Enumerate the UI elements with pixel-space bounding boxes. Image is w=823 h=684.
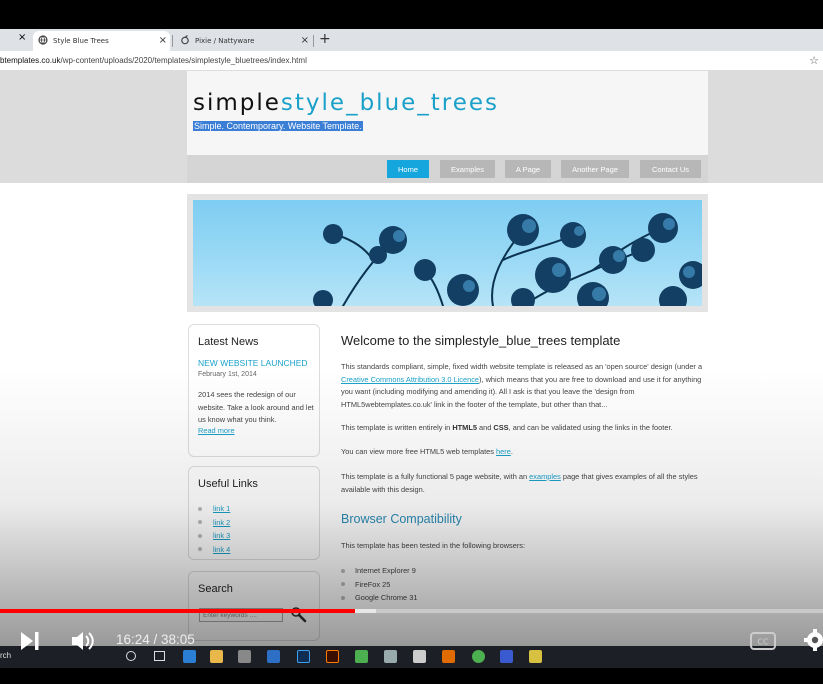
bullet-icon <box>198 547 202 552</box>
text: . <box>510 447 513 456</box>
url-host: btemplates.co.uk <box>0 56 61 65</box>
menu-item-examples[interactable]: Examples <box>440 160 495 178</box>
video-progress-bar[interactable] <box>0 609 823 613</box>
bullet-icon <box>341 595 345 600</box>
new-tab-button[interactable]: + <box>319 32 331 46</box>
news-item-title[interactable]: NEW WEBSITE LAUNCHED <box>198 358 308 368</box>
settings-icon[interactable] <box>804 629 823 655</box>
tab-divider <box>313 35 314 47</box>
browser-name: Internet Explorer 9 <box>355 566 416 576</box>
globe-icon <box>38 35 48 47</box>
bullet-icon <box>341 568 345 573</box>
list-item: FireFox 25 <box>341 578 417 592</box>
site-menu: Home Examples A Page Another Page Contac… <box>187 155 708 183</box>
video-letterbox-bottom <box>0 668 823 684</box>
text: HTML5 <box>452 423 477 432</box>
logo-accent: style_blue_trees <box>280 90 500 116</box>
prev-tab-close-icon[interactable]: × <box>18 32 26 43</box>
text: You can view more free HTML5 web templat… <box>341 447 497 456</box>
browser-tab-strip: × Style Blue Trees × Pixie / Nattyware × <box>0 29 823 51</box>
here-link[interactable]: here <box>496 447 511 456</box>
text: and <box>476 423 494 432</box>
useful-links-list: link 1 link 2 link 3 link 4 <box>198 502 230 556</box>
more-templates-paragraph: You can view more free HTML5 web templat… <box>341 446 709 459</box>
bookmark-star-icon[interactable]: ☆ <box>809 54 819 67</box>
captions-icon[interactable]: CC <box>750 632 776 654</box>
bullet-icon <box>198 520 202 525</box>
search-title: Search <box>198 583 233 595</box>
text: This standards compliant, simple, fixed … <box>341 362 703 371</box>
news-item-body: 2014 sees the redesign of our website. T… <box>198 390 314 424</box>
search-button[interactable] <box>289 605 307 623</box>
link-1[interactable]: link 1 <box>213 504 230 513</box>
link-4[interactable]: link 4 <box>213 545 230 554</box>
bullet-icon <box>198 506 202 511</box>
list-item: Internet Explorer 9 <box>341 564 417 578</box>
site-slogan: Simple. Contemporary. Website Template. <box>193 121 363 131</box>
list-item: Google Chrome 31 <box>341 591 417 605</box>
tab-close-icon[interactable]: × <box>159 34 167 48</box>
intro-paragraph: This standards compliant, simple, fixed … <box>341 361 709 411</box>
pages-paragraph: This template is a fully functional 5 pa… <box>341 471 709 496</box>
tab-title: Pixie / Nattyware <box>195 37 255 45</box>
volume-icon[interactable] <box>70 630 96 656</box>
read-more-link[interactable]: Read more <box>198 426 235 435</box>
url-text[interactable]: btemplates.co.uk/wp-content/uploads/2020… <box>0 56 307 65</box>
menu-item-home[interactable]: Home <box>387 160 429 178</box>
text: , and can be validated using the links i… <box>508 423 673 432</box>
text: This template is written entirely in <box>341 423 453 432</box>
list-item: link 3 <box>198 529 230 543</box>
tab-close-icon[interactable]: × <box>301 34 309 48</box>
menu-item-a-page[interactable]: A Page <box>505 160 551 178</box>
news-item-date: February 1st, 2014 <box>198 371 257 378</box>
tab-title: Style Blue Trees <box>53 37 109 45</box>
list-item: link 2 <box>198 516 230 530</box>
useful-links-title: Useful Links <box>198 478 258 490</box>
bullet-icon <box>198 533 202 538</box>
html5-paragraph: This template is written entirely in HTM… <box>341 422 709 435</box>
time-display: 16:24 / 38:05 <box>116 632 195 647</box>
logo-plain: simple <box>193 90 281 116</box>
link-3[interactable]: link 3 <box>213 531 230 540</box>
latest-news-title: Latest News <box>198 336 259 348</box>
blue-trees-banner-image <box>193 200 702 306</box>
browser-name: FireFox 25 <box>355 579 391 589</box>
welcome-heading: Welcome to the simplestyle_blue_trees te… <box>341 333 621 348</box>
examples-link[interactable]: examples <box>529 472 561 481</box>
menu-item-another-page[interactable]: Another Page <box>561 160 629 178</box>
list-item: link 1 <box>198 502 230 516</box>
bullet-icon <box>341 582 345 587</box>
svg-text:CC: CC <box>757 638 769 647</box>
useful-links-box: Useful Links link 1 link 2 link 3 link 4 <box>188 466 320 560</box>
address-bar[interactable]: btemplates.co.uk/wp-content/uploads/2020… <box>0 51 823 71</box>
link-2[interactable]: link 2 <box>213 518 230 527</box>
latest-news-box: Latest News NEW WEBSITE LAUNCHED Februar… <box>188 324 320 457</box>
text: This template is a fully functional 5 pa… <box>341 472 530 481</box>
tested-paragraph: This template has been tested in the fol… <box>341 541 526 550</box>
magnifier-icon <box>291 607 307 623</box>
url-path: /wp-content/uploads/2020/templates/simpl… <box>60 56 307 65</box>
browser-name: Google Chrome 31 <box>355 593 418 603</box>
browser-compat-heading: Browser Compatibility <box>341 512 462 526</box>
screen: × Style Blue Trees × Pixie / Nattyware ×… <box>0 0 823 684</box>
licence-link[interactable]: Creative Commons Attribution 3.0 Licence <box>341 375 479 384</box>
tab-style-blue-trees[interactable]: Style Blue Trees × <box>33 31 170 51</box>
list-item: link 4 <box>198 543 230 557</box>
progress-played <box>0 609 355 613</box>
browser-list: Internet Explorer 9 FireFox 25 Google Ch… <box>341 564 417 605</box>
menu-item-contact-us[interactable]: Contact Us <box>640 160 701 178</box>
text: CSS <box>493 423 509 432</box>
site-logo[interactable]: simplestyle_blue_trees <box>193 90 499 116</box>
tab-pixie-nattyware[interactable]: Pixie / Nattyware × <box>175 31 312 51</box>
pixie-icon <box>180 35 190 47</box>
video-letterbox-top <box>0 0 823 29</box>
tab-divider <box>172 35 173 47</box>
player-controls: 16:24 / 38:05 CC <box>0 622 823 660</box>
next-icon[interactable] <box>19 631 41 655</box>
webpage: simplestyle_blue_trees Simple. Contempor… <box>0 71 823 668</box>
